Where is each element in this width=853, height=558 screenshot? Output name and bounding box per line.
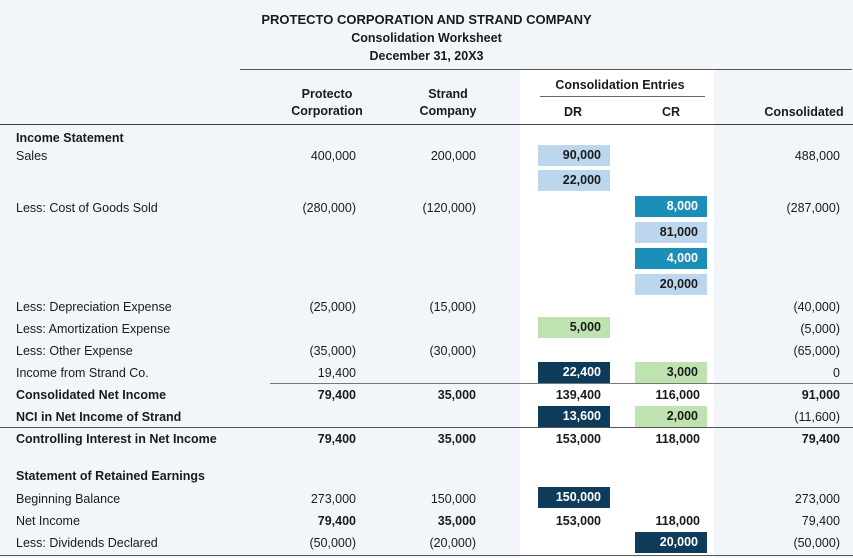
depreciation-strand: (15,000)	[429, 300, 476, 314]
header-strand-line1: Strand	[428, 87, 468, 101]
cogs-strand: (120,000)	[422, 201, 476, 215]
header-protecto: Protecto Corporation	[272, 86, 382, 120]
other-expense-consolidated: (65,000)	[793, 344, 840, 358]
header-divider	[0, 124, 853, 125]
cogs-cr-entry-4: 20,000	[635, 274, 707, 295]
sales-strand: 200,000	[430, 149, 476, 163]
net-income-cr: 118,000	[655, 514, 701, 528]
net-income-protecto: 79,400	[317, 514, 356, 528]
consolidation-entries-column-band	[520, 70, 714, 558]
depreciation-protecto: (25,000)	[309, 300, 356, 314]
controlling-protecto: 79,400	[317, 432, 356, 446]
header-dr: DR	[563, 105, 583, 119]
amortization-dr-entry: 5,000	[538, 317, 610, 338]
row-label-controlling-interest: Controlling Interest in Net Income	[16, 432, 217, 446]
row-label-amortization: Less: Amortization Expense	[16, 322, 171, 336]
net-income-strand: 35,000	[437, 514, 476, 528]
row-label-other-expense: Less: Other Expense	[16, 344, 133, 358]
row-label-nci: NCI in Net Income of Strand	[16, 410, 182, 424]
dividends-protecto: (50,000)	[309, 536, 356, 550]
dividends-cr-entry: 20,000	[635, 532, 707, 553]
net-income-consolidated: 79,400	[801, 514, 840, 528]
row-label-sales: Sales	[16, 149, 48, 163]
header-strand-line2: Company	[419, 104, 477, 118]
nci-consolidated: (11,600)	[794, 410, 840, 424]
worksheet-company-title: PROTECTO CORPORATION AND STRAND COMPANY	[261, 12, 592, 27]
header-cr: CR	[661, 105, 681, 119]
depreciation-consolidated: (40,000)	[793, 300, 840, 314]
sales-protecto: 400,000	[310, 149, 356, 163]
section-income-statement: Income Statement	[16, 131, 124, 145]
header-consolidation-entries: Consolidation Entries	[555, 78, 685, 92]
dividends-consolidated: (50,000)	[793, 536, 840, 550]
controlling-dr: 153,000	[555, 432, 601, 446]
cni-strand: 35,000	[437, 388, 476, 402]
cogs-protecto: (280,000)	[302, 201, 356, 215]
nci-dr-entry: 13,600	[538, 406, 610, 427]
entries-header-rule	[540, 96, 705, 97]
header-strand: Strand Company	[393, 86, 503, 120]
cni-protecto: 79,400	[317, 388, 356, 402]
sales-consolidated: 488,000	[794, 149, 840, 163]
other-expense-strand: (30,000)	[429, 344, 476, 358]
dividends-strand: (20,000)	[429, 536, 476, 550]
beginning-strand: 150,000	[430, 492, 476, 506]
beginning-dr-entry: 150,000	[538, 487, 610, 508]
beginning-protecto: 273,000	[310, 492, 356, 506]
cogs-cr-entry-3: 4,000	[635, 248, 707, 269]
income-from-strand-protecto: 19,400	[317, 366, 356, 380]
bottom-rule	[0, 555, 853, 556]
controlling-cr: 118,000	[655, 432, 701, 446]
amortization-consolidated: (5,000)	[800, 322, 840, 336]
cogs-consolidated: (287,000)	[786, 201, 840, 215]
header-protecto-line1: Protecto	[301, 87, 353, 101]
cogs-cr-entry-2: 81,000	[635, 222, 707, 243]
row-label-consolidated-net-income: Consolidated Net Income	[16, 388, 167, 402]
header-consolidated: Consolidated	[764, 105, 844, 119]
cogs-cr-entry-1: 8,000	[635, 196, 707, 217]
controlling-strand: 35,000	[437, 432, 476, 446]
section-retained-earnings: Statement of Retained Earnings	[16, 469, 205, 483]
subtotal-rule	[270, 383, 853, 384]
cni-cr: 116,000	[655, 388, 701, 402]
income-from-strand-cr-entry: 3,000	[635, 362, 707, 383]
worksheet-date: December 31, 20X3	[369, 49, 484, 63]
cni-dr: 139,400	[555, 388, 601, 402]
row-label-income-from-strand: Income from Strand Co.	[16, 366, 149, 380]
header-protecto-line2: Corporation	[291, 104, 363, 118]
row-label-net-income: Net Income	[16, 514, 80, 528]
sales-dr-entry-2: 22,000	[538, 170, 610, 191]
consolidation-worksheet: PROTECTO CORPORATION AND STRAND COMPANY …	[0, 0, 853, 558]
other-expense-protecto: (35,000)	[309, 344, 356, 358]
income-from-strand-consolidated: 0	[833, 366, 840, 380]
nci-cr-entry: 2,000	[635, 406, 707, 427]
sales-dr-entry-1: 90,000	[538, 145, 610, 166]
title-divider	[240, 69, 852, 70]
row-label-beginning-balance: Beginning Balance	[16, 492, 121, 506]
beginning-consolidated: 273,000	[794, 492, 840, 506]
row-label-dividends: Less: Dividends Declared	[16, 536, 158, 550]
controlling-consolidated: 79,400	[801, 432, 840, 446]
income-from-strand-dr-entry: 22,400	[538, 362, 610, 383]
controlling-interest-rule	[0, 427, 853, 428]
worksheet-subtitle: Consolidation Worksheet	[351, 31, 502, 45]
net-income-dr: 153,000	[555, 514, 601, 528]
row-label-depreciation: Less: Depreciation Expense	[16, 300, 172, 314]
cni-consolidated: 91,000	[801, 388, 840, 402]
row-label-cogs: Less: Cost of Goods Sold	[16, 201, 158, 215]
